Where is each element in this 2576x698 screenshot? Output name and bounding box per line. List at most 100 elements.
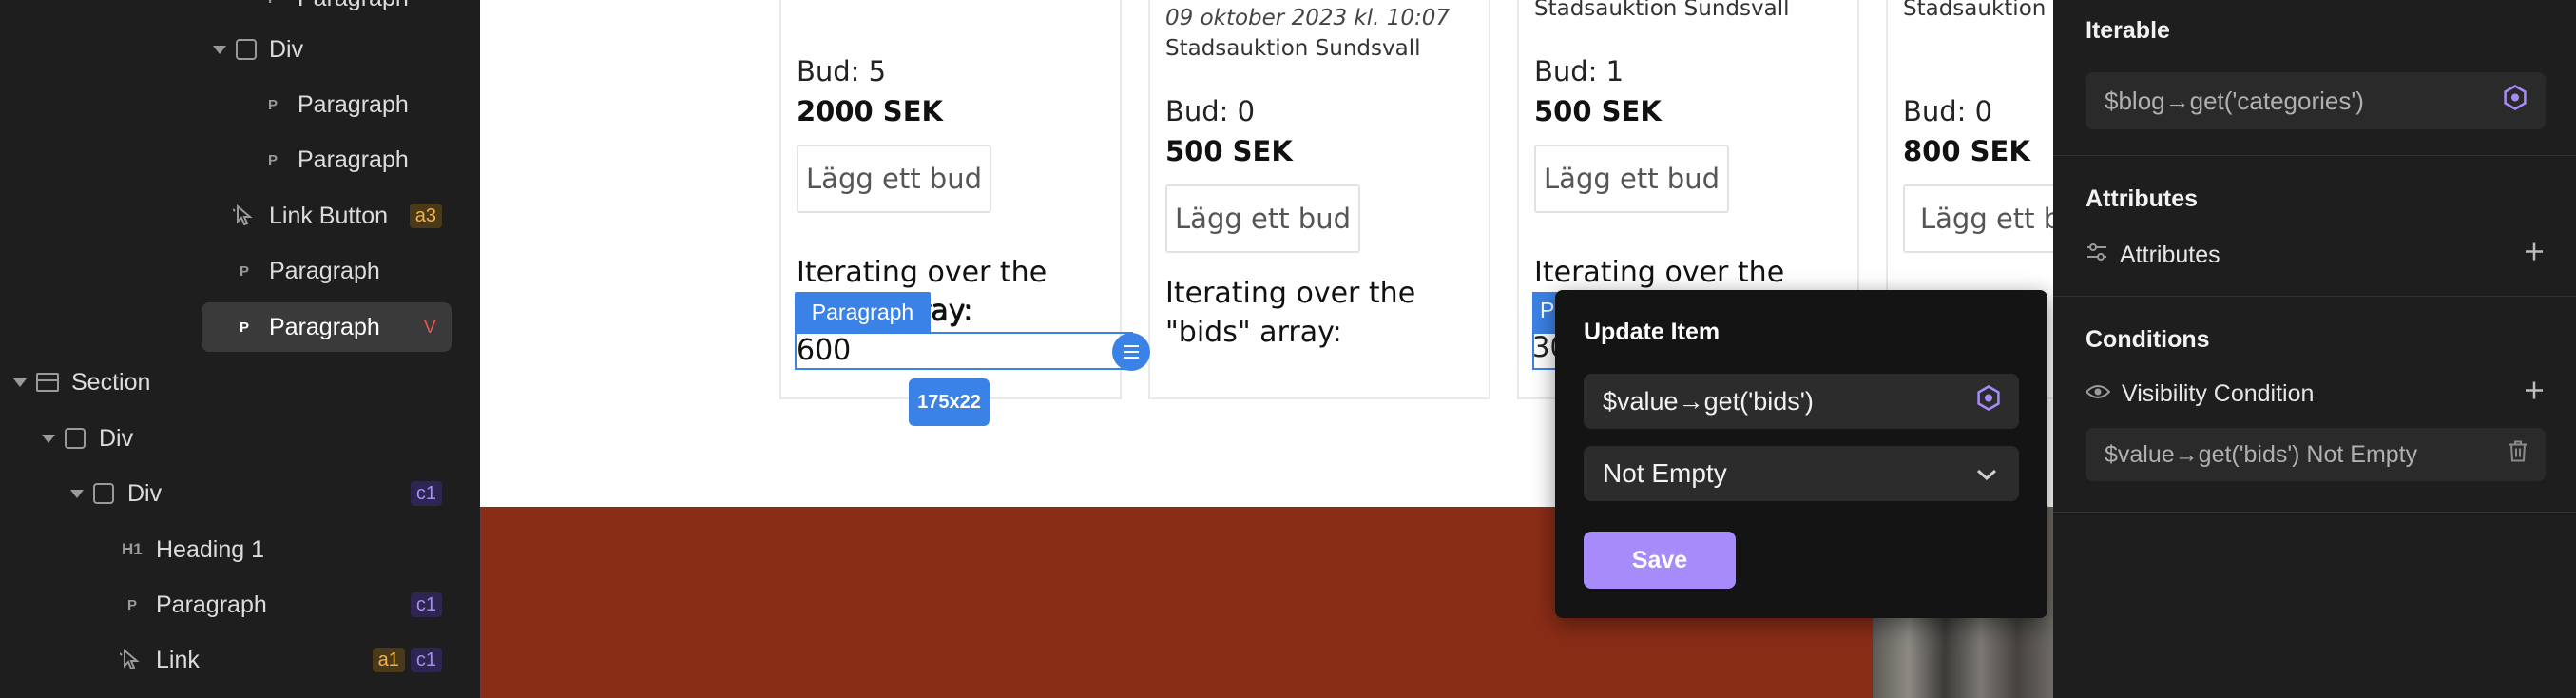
- variable-badge: V: [423, 317, 436, 338]
- price: 500 SEK: [1534, 95, 1662, 127]
- chevron-down-icon[interactable]: [70, 489, 84, 498]
- link-cursor-icon: [233, 204, 258, 228]
- eye-icon: [2085, 380, 2111, 408]
- auction-date: 09 oktober 2023 kl. 10:07: [1165, 6, 1451, 30]
- heading-icon: H1: [122, 540, 143, 558]
- auction-city: Stadsauktion Sundsvall: [1534, 0, 1790, 21]
- place-bid-button[interactable]: Lägg ett bu: [1903, 184, 2053, 253]
- paragraph-icon: P: [268, 96, 279, 113]
- chevron-down-icon[interactable]: [213, 45, 226, 54]
- tree-item-label: Section: [71, 368, 151, 396]
- attributes-row[interactable]: Attributes: [2086, 236, 2546, 274]
- attributes-label: Attributes: [2120, 241, 2220, 268]
- conditions-heading: Conditions: [2086, 326, 2210, 353]
- tree-item-label: Div: [269, 35, 304, 63]
- bid-count: Bud: 0: [1165, 95, 1256, 127]
- tree-item-paragraph[interactable]: P Paragraph: [0, 0, 480, 25]
- place-bid-button[interactable]: Lägg ett bud: [797, 145, 991, 213]
- div-box-icon: [93, 483, 114, 504]
- tree-item-paragraph[interactable]: P Paragraph: [0, 244, 480, 298]
- tree-item-heading[interactable]: H1 Heading 1: [0, 523, 480, 576]
- tree-item-label: Paragraph: [269, 257, 380, 284]
- tree-item-div[interactable]: Div: [0, 23, 480, 76]
- place-bid-button[interactable]: Lägg ett bud: [1534, 145, 1729, 213]
- iterating-text: Iterating over the "bids" array:: [1165, 277, 1416, 349]
- tree-item-label: Link Button: [269, 202, 389, 229]
- divider: [2053, 296, 2576, 297]
- tree-item-paragraph[interactable]: P Paragraph: [0, 133, 480, 186]
- dynamic-data-icon[interactable]: [1975, 385, 2002, 418]
- bid-count: Bud: 5: [797, 55, 887, 87]
- tree-item-paragraph[interactable]: P Paragraph c1: [0, 578, 480, 631]
- bid-value: 600: [797, 334, 852, 367]
- element-menu-button[interactable]: [1112, 333, 1150, 371]
- div-box-icon: [65, 428, 86, 449]
- attributes-heading: Attributes: [2086, 185, 2199, 212]
- selected-element-label[interactable]: Paragraph: [795, 292, 931, 332]
- tree-item-label: Paragraph: [298, 90, 409, 118]
- tree-item-section[interactable]: Section: [0, 356, 480, 409]
- iterating-text-tail: ay:: [931, 294, 973, 327]
- paragraph-icon: P: [240, 319, 250, 336]
- paragraph-icon: P: [268, 151, 279, 168]
- tree-item-label: Div: [127, 479, 163, 507]
- sliders-icon: [2086, 242, 2108, 269]
- expression-input[interactable]: $value→get('bids'): [1584, 374, 2019, 429]
- chevron-down-icon: [1975, 458, 1998, 489]
- price: 2000 SEK: [797, 95, 943, 127]
- auction-city: Stadsauktion Sundsvall: [1165, 36, 1421, 61]
- tree-item-label: Paragraph: [269, 313, 380, 340]
- link-cursor-icon: [120, 648, 144, 672]
- auction-city: Stadsauktion Su: [1903, 0, 2053, 21]
- expression-value: $value→get('bids'): [1603, 386, 1814, 416]
- tree-item-label: Heading 1: [156, 535, 264, 563]
- trash-icon[interactable]: [2508, 440, 2528, 470]
- tree-item-label: Paragraph: [156, 591, 267, 618]
- add-condition-icon[interactable]: [2523, 379, 2546, 409]
- tree-item-label: Paragraph: [298, 0, 409, 12]
- divider: [2053, 512, 2576, 513]
- attribute-badge: a1: [372, 648, 405, 672]
- design-canvas[interactable]: Bud: 5 2000 SEK Lägg ett bud Iterating o…: [480, 0, 2053, 698]
- dynamic-data-icon[interactable]: [2502, 85, 2528, 118]
- price: 800 SEK: [1903, 135, 2030, 167]
- properties-panel: Iterable $blog→get('categories') Attribu…: [2053, 0, 2576, 698]
- attribute-badge: a3: [409, 204, 442, 228]
- tree-item-paragraph-selected[interactable]: P Paragraph V: [0, 301, 480, 354]
- tree-item-link[interactable]: Link a1 c1: [0, 633, 480, 687]
- visibility-condition-label: Visibility Condition: [2122, 379, 2315, 407]
- paragraph-icon: P: [268, 0, 278, 7]
- class-badge: c1: [410, 481, 442, 506]
- class-badge: c1: [410, 592, 442, 617]
- bid-count: Bud: 0: [1903, 95, 1993, 127]
- navigator-tree: P Paragraph Div P Paragraph P Paragraph …: [0, 0, 480, 698]
- tree-item-label: Paragraph: [298, 145, 409, 173]
- tree-item-label: Div: [99, 424, 134, 452]
- iterating-text: Iterating over the: [1534, 256, 1785, 289]
- chevron-down-icon[interactable]: [42, 434, 55, 443]
- tree-item-div[interactable]: Div: [0, 412, 480, 465]
- auction-card[interactable]: 09 oktober 2023 kl. 10:07 Stadsauktion S…: [1148, 0, 1490, 399]
- paragraph-icon: P: [127, 596, 138, 613]
- add-attribute-icon[interactable]: [2523, 241, 2546, 270]
- div-box-icon: [236, 39, 257, 60]
- iterable-heading: Iterable: [2086, 17, 2170, 44]
- tree-item-label: Link: [156, 646, 200, 673]
- visibility-condition-row[interactable]: Visibility Condition: [2085, 375, 2546, 413]
- visibility-condition-field[interactable]: $value→get('bids') Not Empty: [2086, 428, 2546, 481]
- save-button[interactable]: Save: [1584, 532, 1736, 589]
- iterable-input[interactable]: $blog→get('categories'): [2086, 72, 2546, 129]
- tree-item-link-button[interactable]: Link Button a3: [0, 189, 480, 242]
- section-icon: [36, 373, 59, 392]
- class-badge: c1: [410, 648, 442, 672]
- update-item-popover[interactable]: Update Item $value→get('bids') Not Empty…: [1555, 290, 2047, 618]
- tree-item-div[interactable]: Div c1: [0, 467, 480, 520]
- iterable-value: $blog→get('categories'): [2105, 86, 2364, 115]
- chevron-down-icon[interactable]: [13, 378, 27, 387]
- place-bid-button[interactable]: Lägg ett bud: [1165, 184, 1360, 253]
- condition-select[interactable]: Not Empty: [1584, 446, 2019, 501]
- tree-item-paragraph[interactable]: P Paragraph: [0, 78, 480, 131]
- visibility-condition-value: $value→get('bids') Not Empty: [2105, 440, 2418, 468]
- divider: [2053, 155, 2576, 156]
- bid-count: Bud: 1: [1534, 55, 1624, 87]
